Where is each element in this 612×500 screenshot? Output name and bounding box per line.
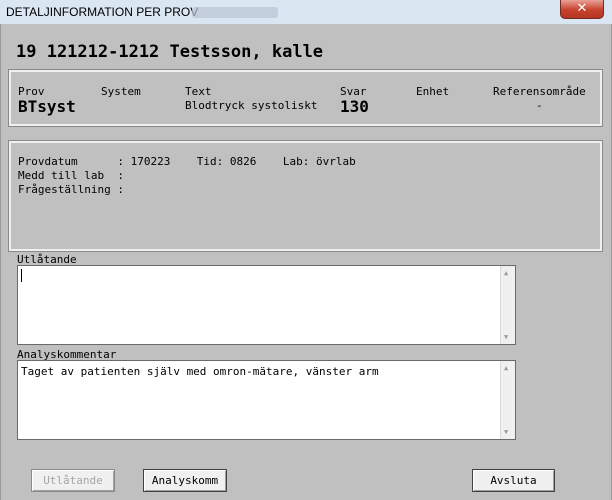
avsluta-button[interactable]: Avsluta bbox=[472, 469, 555, 492]
analyskommentar-text: Taget av patienten själv med omron-mätar… bbox=[21, 365, 379, 378]
enhet-label: Enhet bbox=[416, 85, 450, 98]
scroll-down-icon[interactable]: ▼ bbox=[504, 428, 508, 436]
analyskommentar-textarea[interactable]: Taget av patienten själv med omron-mätar… bbox=[17, 360, 516, 440]
provdatum-line: Provdatum : 170223 Tid: 0826 Lab: övrlab bbox=[18, 155, 356, 168]
scroll-up-icon[interactable]: ▲ bbox=[504, 269, 508, 277]
scroll-down-icon[interactable]: ▼ bbox=[504, 333, 508, 341]
scroll-up-icon[interactable]: ▲ bbox=[504, 364, 508, 372]
sample-details-panel: Provdatum : 170223 Tid: 0826 Lab: övrlab… bbox=[8, 140, 603, 252]
prov-value: BTsyst bbox=[18, 97, 76, 116]
utlatande-button[interactable]: Utlåtande bbox=[31, 469, 115, 492]
close-button[interactable]: ✕ bbox=[560, 0, 604, 19]
medd-till-lab-line: Medd till lab : bbox=[18, 169, 124, 182]
text-caret bbox=[21, 269, 22, 282]
svar-value: 130 bbox=[340, 97, 369, 116]
analyskomm-button[interactable]: Analyskomm bbox=[143, 469, 227, 492]
text-value: Blodtryck systoliskt bbox=[185, 99, 318, 112]
title-bar: DETALJINFORMATION PER PROV ✕ bbox=[0, 0, 612, 25]
referensomrade-label: Referensområde bbox=[493, 85, 586, 98]
fragestallning-line: Frågeställning : bbox=[18, 183, 124, 196]
patient-header: 19 121212-1212 Testsson, kalle bbox=[16, 42, 324, 62]
system-label: System bbox=[101, 85, 141, 98]
window-title: DETALJINFORMATION PER PROV bbox=[6, 5, 199, 19]
utlatande-textarea[interactable]: ▲ ▼ bbox=[17, 265, 516, 345]
analyskommentar-scrollbar[interactable]: ▲ ▼ bbox=[500, 361, 515, 439]
test-info-panel: Prov BTsyst System Text Blodtryck systol… bbox=[8, 69, 603, 127]
utlatande-scrollbar[interactable]: ▲ ▼ bbox=[500, 266, 515, 344]
blurred-title-region bbox=[192, 7, 278, 18]
close-icon: ✕ bbox=[576, 1, 588, 16]
referensomrade-value: - bbox=[536, 99, 543, 112]
text-label: Text bbox=[185, 85, 212, 98]
